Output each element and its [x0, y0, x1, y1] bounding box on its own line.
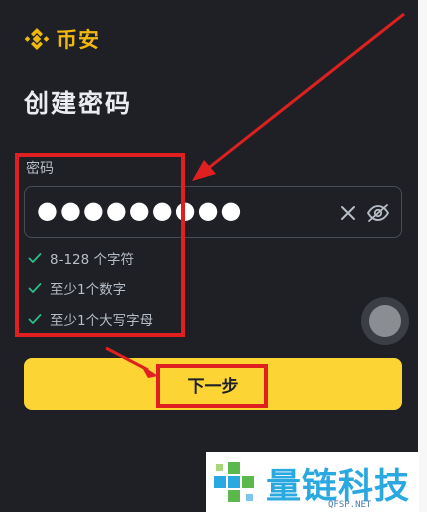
brand-name: 币安 — [56, 28, 100, 52]
binance-diamond-logo-icon — [24, 28, 50, 50]
rule-uppercase-text: 至少1个大写字母 — [50, 313, 154, 329]
brand-logo: 币安 — [24, 24, 100, 54]
watermark: 量链科技 QFSP.NET — [206, 452, 419, 512]
password-masked-value: ●●●●●●●●● — [37, 196, 244, 224]
rule-digit-text: 至少1个数字 — [50, 282, 127, 298]
floating-button-inner — [369, 305, 401, 337]
check-icon — [28, 253, 42, 263]
watermark-subtitle: QFSP.NET — [328, 500, 372, 510]
rule-length: 8-128 个字符 — [28, 248, 134, 268]
password-label: 密码 — [26, 161, 54, 177]
rule-uppercase: 至少1个大写字母 — [28, 309, 153, 329]
password-input[interactable]: ●●●●●●●●● — [24, 186, 402, 238]
check-icon — [28, 314, 42, 324]
rule-length-text: 8-128 个字符 — [50, 252, 135, 268]
floating-assistive-button[interactable] — [361, 297, 409, 345]
eye-off-icon[interactable] — [365, 201, 391, 225]
page-title: 创建密码 — [24, 89, 133, 118]
qfsp-logo-icon — [214, 462, 254, 502]
clear-icon[interactable] — [337, 202, 359, 224]
arrow-to-password-section — [192, 12, 405, 181]
next-button[interactable]: 下一步 — [24, 358, 402, 410]
check-icon — [28, 283, 42, 293]
rule-digit: 至少1个数字 — [28, 278, 126, 298]
screenshot-frame-edge — [418, 0, 427, 512]
